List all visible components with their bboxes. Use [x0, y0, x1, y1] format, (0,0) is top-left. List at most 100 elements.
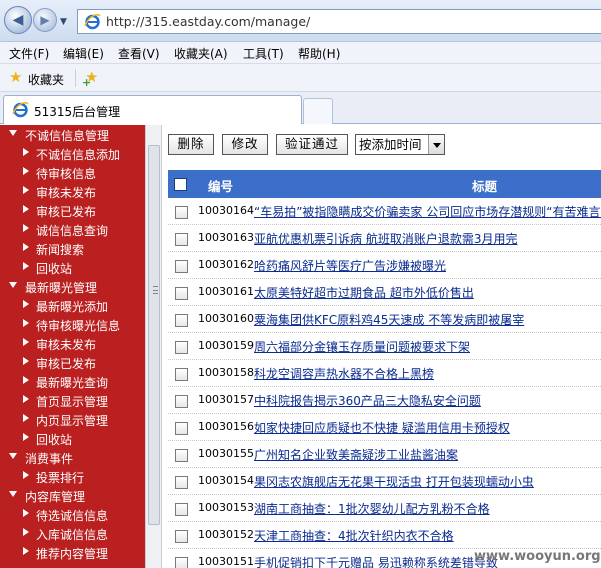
sidebar-item[interactable]: 最新曝光查询: [0, 372, 145, 391]
row-checkbox[interactable]: [175, 341, 188, 354]
row-title-link[interactable]: 粟海集团供KFC原料鸡45天速成 不等发病即被屠宰: [254, 311, 524, 328]
sidebar-item[interactable]: 审核未发布: [0, 334, 145, 353]
add-favorite-button[interactable]: ★ +: [82, 68, 104, 90]
row-title-link[interactable]: 哈药痛风舒片等医疗广告涉嫌被曝光: [254, 257, 446, 274]
row-title-link[interactable]: “车易拍”被指隐瞒成交价骗卖家 公司回应市场存潜规则“有苦难言”: [254, 203, 601, 220]
row-checkbox[interactable]: [175, 314, 188, 327]
sidebar-group-consumer-events[interactable]: 消费事件: [0, 448, 145, 467]
sidebar-group-content-library[interactable]: 内容库管理: [0, 486, 145, 505]
bullet-arrow-icon: [23, 186, 29, 194]
row-checkbox[interactable]: [175, 449, 188, 462]
menu-edit[interactable]: 编辑(E): [63, 45, 104, 62]
sidebar-item[interactable]: 回收站: [0, 429, 145, 448]
row-checkbox[interactable]: [175, 368, 188, 381]
row-title-link[interactable]: 湖南工商抽查：1批次婴幼儿配方乳粉不合格: [254, 500, 490, 517]
sidebar-item[interactable]: 推荐内容管理: [0, 543, 145, 562]
sidebar-item-label: 审核未发布: [36, 338, 97, 352]
table-row: 10030154 果冈志农旗舰店无花果干现活虫 打开包装现蠕动小虫: [168, 468, 601, 495]
sidebar-group-dishonest-info[interactable]: 不诚信信息管理: [0, 125, 145, 144]
forward-button[interactable]: ▶: [33, 8, 57, 32]
sidebar-group-label: 消费事件: [25, 452, 74, 466]
row-title-link[interactable]: 手机促销扣下千元赠品 易迅赖称系统差错导致: [254, 554, 498, 568]
history-dropdown-icon[interactable]: ▼: [60, 17, 70, 27]
sidebar-item[interactable]: 新闻搜索: [0, 239, 145, 258]
favorites-star-icon[interactable]: ★: [9, 70, 22, 85]
row-checkbox[interactable]: [175, 530, 188, 543]
new-tab-button[interactable]: [303, 98, 333, 124]
menu-help[interactable]: 帮助(H): [298, 45, 340, 62]
row-checkbox[interactable]: [175, 206, 188, 219]
sidebar-item[interactable]: 待审核信息: [0, 163, 145, 182]
sort-select[interactable]: 按添加时间: [355, 134, 445, 155]
sidebar-item[interactable]: 待选诚信信息: [0, 505, 145, 524]
bullet-arrow-icon: [23, 376, 29, 384]
bullet-arrow-icon: [23, 224, 29, 232]
menu-view[interactable]: 查看(V): [118, 45, 160, 62]
sidebar-scrollbar[interactable]: [145, 125, 162, 568]
row-id: 10030155: [198, 447, 254, 460]
sidebar-item[interactable]: 诚信信息查询: [0, 220, 145, 239]
sidebar-item[interactable]: 审核未发布: [0, 182, 145, 201]
url-input[interactable]: http://315.eastday.com/manage/: [77, 9, 601, 34]
bullet-arrow-icon: [23, 167, 29, 175]
edit-button[interactable]: 修改: [222, 134, 268, 155]
row-title-link[interactable]: 广州知名企业致美斋疑涉工业盐酱油案: [254, 446, 458, 463]
row-title-link[interactable]: 周六福部分金镶玉存质量问题被要求下架: [254, 338, 470, 355]
row-checkbox[interactable]: [175, 287, 188, 300]
row-checkbox[interactable]: [175, 476, 188, 489]
delete-button[interactable]: 删除: [168, 134, 214, 155]
menu-tools[interactable]: 工具(T): [243, 45, 284, 62]
row-checkbox[interactable]: [175, 260, 188, 273]
sidebar-group-label: 内容库管理: [25, 490, 86, 504]
back-button[interactable]: ◀: [4, 6, 32, 34]
row-checkbox[interactable]: [175, 233, 188, 246]
sidebar-item[interactable]: 待审核曝光信息: [0, 315, 145, 334]
verify-button[interactable]: 验证通过: [276, 134, 348, 155]
chevron-down-icon[interactable]: [428, 135, 444, 154]
row-id: 10030160: [198, 312, 254, 325]
select-all-checkbox[interactable]: [174, 178, 187, 191]
favorites-divider: [75, 69, 76, 87]
sidebar-item[interactable]: 内页显示管理: [0, 410, 145, 429]
row-title-link[interactable]: 天津工商抽查：4批次针织内衣不合格: [254, 527, 454, 544]
sidebar-item-label: 审核已发布: [36, 357, 97, 371]
address-bar-row: ◀ ▶ ▼ http://315.eastday.com/manage/: [0, 0, 601, 42]
row-checkbox[interactable]: [175, 557, 188, 568]
tab-title: 51315后台管理: [34, 105, 121, 119]
row-title-link[interactable]: 如家快捷回应质疑也不快捷 疑滥用信用卡预授权: [254, 419, 510, 436]
sidebar-item[interactable]: 投票排行: [0, 467, 145, 486]
table-row: 10030161 太原美特好超市过期食品 超市外低价售出: [168, 279, 601, 306]
row-checkbox[interactable]: [175, 503, 188, 516]
menu-favorites[interactable]: 收藏夹(A): [174, 45, 228, 62]
add-favorite-plus-icon: +: [82, 76, 92, 89]
sidebar-item[interactable]: 不诚信信息添加: [0, 144, 145, 163]
sidebar-item[interactable]: 审核已发布: [0, 353, 145, 372]
row-id: 10030156: [198, 420, 254, 433]
row-checkbox[interactable]: [175, 395, 188, 408]
row-id: 10030161: [198, 285, 254, 298]
header-id: 编号: [208, 179, 234, 194]
collapse-triangle-icon: [9, 453, 17, 459]
row-title-link[interactable]: 果冈志农旗舰店无花果干现活虫 打开包装现蠕动小虫: [254, 473, 534, 490]
sidebar-group-latest-exposure[interactable]: 最新曝光管理: [0, 277, 145, 296]
menu-file[interactable]: 文件(F): [9, 45, 49, 62]
sidebar-item[interactable]: 审核已发布: [0, 201, 145, 220]
collapse-triangle-icon: [9, 282, 17, 288]
row-title-link[interactable]: 亚航优惠机票引诉病 航班取消账户退款需3月用完: [254, 230, 517, 247]
sidebar-item-label: 投票排行: [36, 471, 85, 485]
sidebar-item-label: 内页显示管理: [36, 414, 109, 428]
sidebar-item[interactable]: 入库诚信信息: [0, 524, 145, 543]
sidebar-item[interactable]: 最新曝光添加: [0, 296, 145, 315]
favorites-label[interactable]: 收藏夹: [28, 71, 64, 88]
row-title-link[interactable]: 科龙空调容声热水器不合格上黑榜: [254, 365, 434, 382]
sidebar-item[interactable]: 回收站: [0, 258, 145, 277]
tab-active[interactable]: 51315后台管理: [3, 95, 302, 124]
scrollbar-thumb[interactable]: [148, 145, 160, 525]
forward-arrow-icon: ▶: [40, 13, 50, 27]
row-title-link[interactable]: 太原美特好超市过期食品 超市外低价售出: [254, 284, 474, 301]
sidebar-item[interactable]: 首页显示管理: [0, 391, 145, 410]
bullet-arrow-icon: [23, 300, 29, 308]
row-title-link[interactable]: 中科院报告揭示360产品三大隐私安全问题: [254, 392, 481, 409]
menu-bar: 文件(F) 编辑(E) 查看(V) 收藏夹(A) 工具(T) 帮助(H): [0, 42, 601, 64]
row-checkbox[interactable]: [175, 422, 188, 435]
